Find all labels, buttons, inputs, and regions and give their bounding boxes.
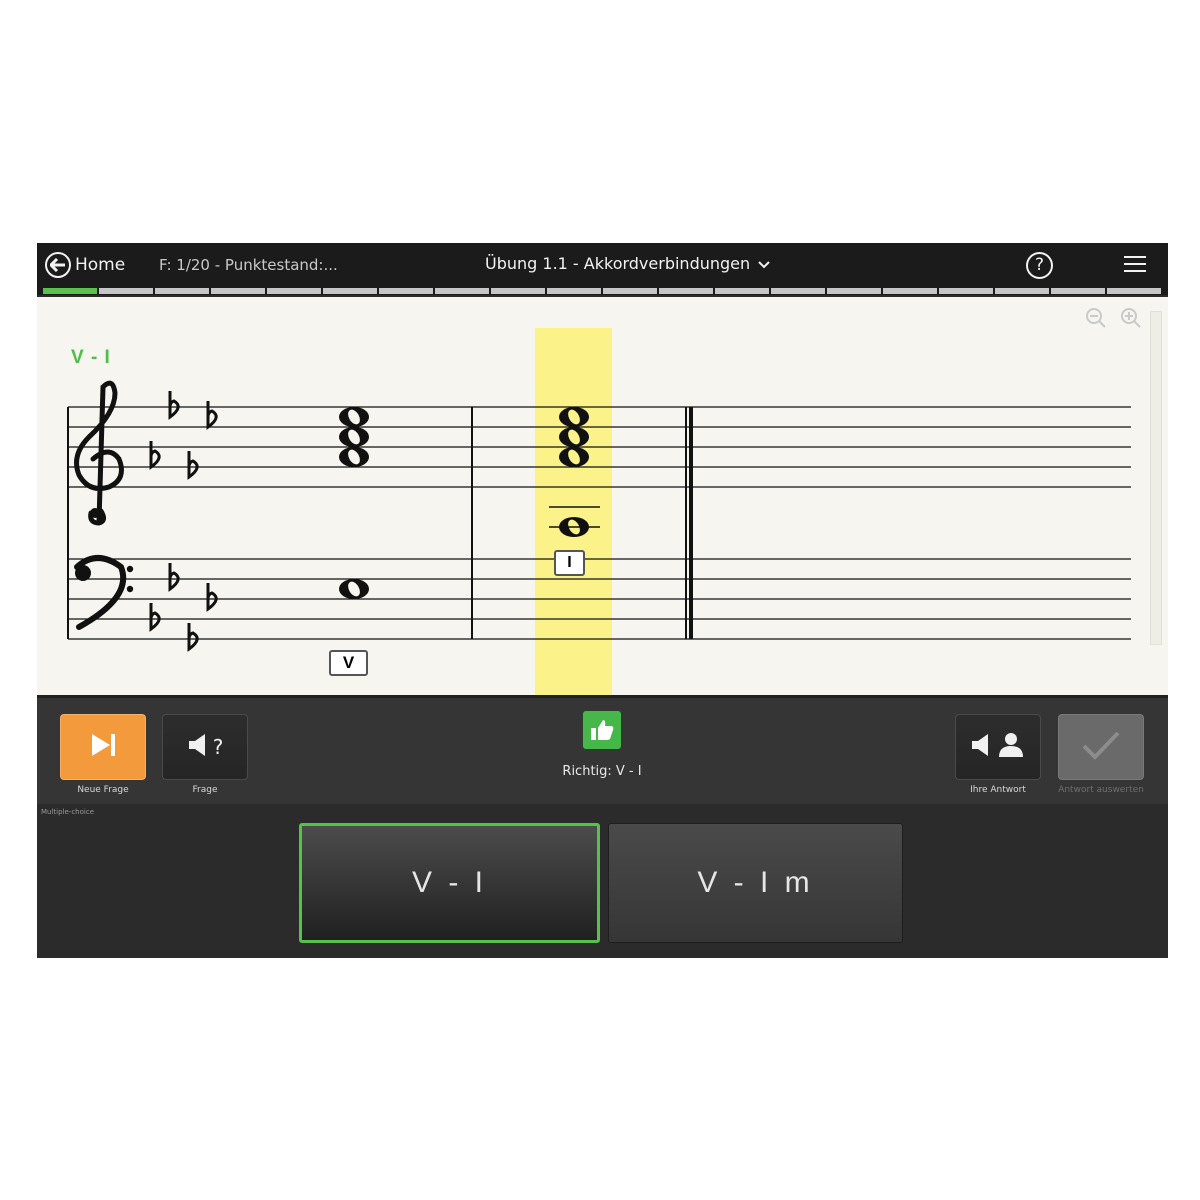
progress-segment [771,288,825,294]
question-label: Frage [192,785,218,795]
your-answer-label: Ihre Antwort [970,785,1026,795]
hamburger-menu-icon[interactable] [1124,256,1146,274]
question-progress-bar [43,288,1161,294]
exercise-title: Übung 1.1 - Akkordverbindungen [485,254,751,273]
progress-segment [1107,288,1161,294]
progress-segment [211,288,265,294]
vertical-scrollbar[interactable] [1150,311,1162,645]
chord-progression-label: V - I [71,347,111,368]
new-question-label: Neue Frage [77,785,129,795]
progress-segment [659,288,713,294]
speaker-icon [187,732,209,762]
progress-segment [715,288,769,294]
chevron-down-icon [758,254,770,273]
progress-score-label: F: 1/20 - Punktestand:... [159,256,338,274]
progress-segment [1051,288,1105,294]
zoom-out-icon[interactable] [1085,307,1107,329]
progress-segment [827,288,881,294]
progress-segment [267,288,321,294]
back-arrow-icon [45,252,71,278]
thumbs-up-icon [583,711,621,749]
progress-segment [155,288,209,294]
app-window: Home F: 1/20 - Punktestand:... Übung 1.1… [37,243,1168,958]
treble-key-signature [149,391,218,480]
feedback-text: Richtig: V - I [562,764,642,779]
bass-key-signature [149,563,218,652]
progress-segment [323,288,377,294]
new-question-button[interactable] [60,714,146,780]
evaluate-answer-label: Antwort auswerten [1058,785,1144,795]
answer-option-v-im[interactable]: V - I m [608,823,903,943]
play-your-answer-button[interactable] [955,714,1041,780]
progress-segment [379,288,433,294]
evaluate-answer-button[interactable] [1058,714,1144,780]
treble-clef-icon [74,380,124,526]
top-bar: Home F: 1/20 - Punktestand:... Übung 1.1… [37,243,1168,295]
control-bar: Neue Frage ? Frage Richtig: V - I Ihre A… [37,695,1168,804]
progress-segment [491,288,545,294]
progress-segment [883,288,937,294]
home-button[interactable]: Home [45,250,125,280]
progress-segment [603,288,657,294]
home-label: Home [75,255,126,275]
speaker-person-icon [970,731,1026,763]
bass-clef-icon [74,555,134,630]
progress-segment [995,288,1049,294]
answer-option-v-i[interactable]: V - I [299,823,600,943]
exercise-title-dropdown[interactable]: Übung 1.1 - Akkordverbindungen [485,254,770,273]
checkmark-icon [1081,729,1121,765]
playback-highlight [535,328,612,695]
multiple-choice-label: Multiple-choice [41,808,94,816]
progress-segment [435,288,489,294]
skip-next-icon [88,732,118,762]
progress-segment [547,288,601,294]
progress-segment [99,288,153,294]
multiple-choice-panel: Multiple-choice V - I V - I m [37,805,1168,958]
progress-segment [43,288,97,294]
progress-segment [939,288,993,294]
help-icon[interactable]: ? [1026,252,1053,279]
score-svg [67,328,1131,695]
play-question-button[interactable]: ? [162,714,248,780]
degree-label-first[interactable]: V [329,650,368,676]
question-mark: ? [212,735,224,759]
zoom-in-icon[interactable] [1120,307,1142,329]
notation-area: V - I V I [37,297,1168,695]
degree-label-second[interactable]: I [554,550,585,576]
